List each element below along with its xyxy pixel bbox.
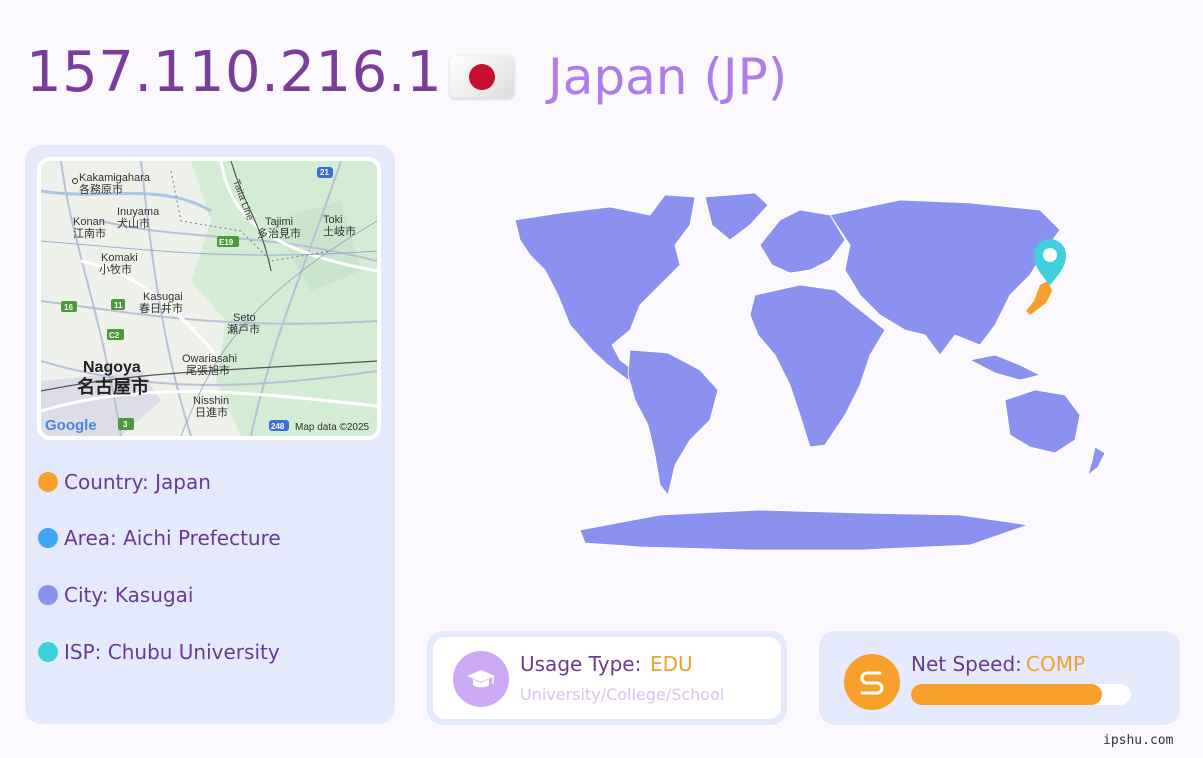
map-place-jp: 瀬戸市: [227, 322, 260, 336]
info-area-text: Area: Aichi Prefecture: [64, 526, 281, 550]
net-speed-label: Net Speed:: [911, 652, 1022, 676]
road-shield: 11: [114, 301, 123, 310]
location-card: Kakamigahara 各務原市 Inuyama 犬山市 Konan 江南市 …: [25, 145, 395, 724]
country-title: Japan (JP): [548, 48, 788, 106]
map-attribution: Map data ©2025: [295, 422, 370, 433]
map-place-jp: 各務原市: [79, 182, 123, 196]
net-speed-bar-fill: [911, 684, 1103, 705]
info-city-text: City: Kasugai: [64, 583, 194, 607]
info-country-text: Country: Japan: [64, 470, 211, 494]
japan-highlight: [1026, 281, 1052, 315]
location-map[interactable]: Kakamigahara 各務原市 Inuyama 犬山市 Konan 江南市 …: [37, 157, 381, 440]
map-city-nagoya-en: Nagoya: [83, 359, 141, 376]
map-place-en: Inuyama: [117, 206, 160, 218]
info-area: Area: Aichi Prefecture: [38, 526, 281, 550]
country-dot-icon: [38, 472, 58, 492]
map-place-jp: 日進市: [195, 405, 228, 419]
net-speed-bar: [911, 684, 1131, 705]
graduation-cap-icon: [453, 651, 509, 707]
road-shield: 21: [320, 168, 329, 177]
map-place-jp: 尾張旭市: [186, 363, 230, 377]
road-shield: 16: [64, 303, 73, 312]
map-place-en: Owariasahi: [182, 353, 237, 365]
road-shield: E19: [219, 238, 234, 247]
map-place-jp: 小牧市: [99, 262, 132, 276]
map-place-en: Tajimi: [265, 216, 293, 228]
info-country: Country: Japan: [38, 470, 211, 494]
area-dot-icon: [38, 528, 58, 548]
usage-type-label: Usage Type:: [520, 652, 642, 676]
city-dot-icon: [38, 585, 58, 605]
usage-type-description: University/College/School: [520, 685, 725, 704]
info-city: City: Kasugai: [38, 583, 193, 607]
map-place-jp: 犬山市: [117, 216, 150, 230]
map-place-en: Toki: [323, 214, 343, 226]
map-city-nagoya-jp: 名古屋市: [77, 376, 149, 397]
road-shield: C2: [109, 331, 120, 340]
map-place-en: Kasugai: [143, 291, 183, 303]
map-logo: Google: [45, 417, 97, 434]
map-place-jp: 土岐市: [323, 224, 356, 238]
info-isp: ISP: Chubu University: [38, 640, 280, 664]
map-place-jp: 多治見市: [257, 226, 301, 240]
speed-route-icon: [844, 654, 900, 710]
map-place-en: Seto: [233, 312, 256, 324]
net-speed-value: COMP: [1026, 652, 1086, 676]
ip-address: 157.110.216.1: [26, 40, 443, 105]
map-place-en: Konan: [73, 216, 105, 228]
map-place-en: Komaki: [101, 252, 138, 264]
world-map: [514, 192, 1106, 551]
map-place-en: Nisshin: [193, 395, 229, 407]
usage-type-value: EDU: [650, 652, 693, 676]
usage-type-card: Usage Type: EDU University/College/Schoo…: [427, 631, 787, 725]
watermark: ipshu.com: [1103, 733, 1174, 748]
map-place-en: Kakamigahara: [79, 172, 151, 184]
location-pin-icon: [1034, 239, 1066, 285]
info-isp-text: ISP: Chubu University: [64, 640, 280, 664]
japan-flag-icon: [450, 56, 514, 98]
map-place-jp: 春日井市: [139, 301, 183, 315]
isp-dot-icon: [38, 642, 58, 662]
net-speed-card: Net Speed: COMP: [819, 631, 1180, 725]
road-shield: 248: [271, 422, 285, 431]
map-place-jp: 江南市: [73, 226, 106, 240]
road-shield: 3: [123, 420, 128, 429]
